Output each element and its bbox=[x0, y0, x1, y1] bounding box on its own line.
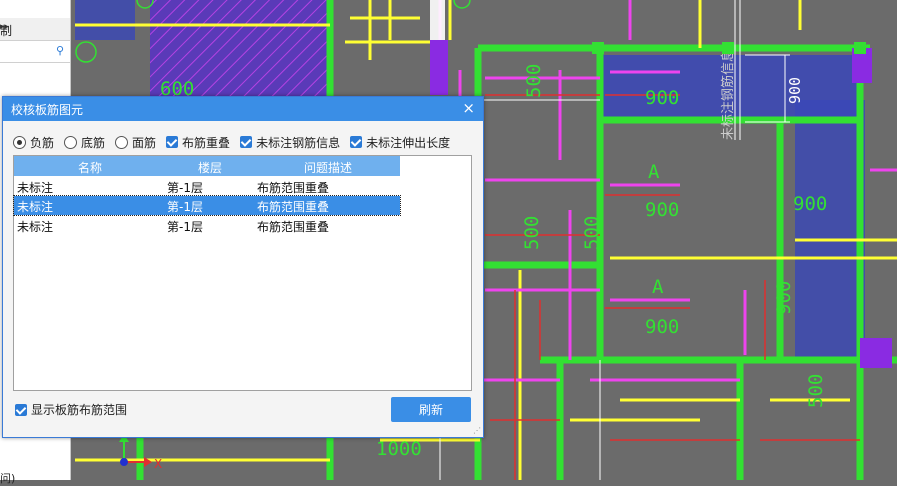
table-row[interactable]: 未标注 第-1层 布筋范围重叠 bbox=[14, 216, 400, 235]
column-block bbox=[860, 338, 892, 368]
dim-label: A bbox=[648, 161, 660, 183]
panel-row[interactable]: 制 ▸▸ bbox=[0, 18, 70, 41]
cell-desc: 布筋范围重叠 bbox=[257, 181, 330, 195]
column-block bbox=[430, 40, 448, 95]
dim-label: 1000 bbox=[376, 438, 422, 460]
col-header-name[interactable]: 名称 bbox=[78, 159, 102, 176]
dialog-titlebar[interactable]: 校核板筋图元 × bbox=[3, 97, 483, 121]
radio-icon[interactable] bbox=[115, 135, 129, 149]
col-header-desc[interactable]: 问题描述 bbox=[304, 159, 352, 176]
radio-icon[interactable] bbox=[64, 135, 78, 149]
check-slab-rebar-dialog: 校核板筋图元 × 负筋 底筋 面筋 布筋重叠 未标注钢筋信息 未标注伸出长度 名… bbox=[2, 96, 484, 438]
cell-floor: 第-1层 bbox=[167, 181, 203, 195]
dialog-title: 校核板筋图元 bbox=[11, 103, 84, 117]
resize-grip-icon[interactable]: ⋰ bbox=[473, 426, 481, 435]
dim-label: 900 bbox=[793, 193, 827, 215]
table-header: 名称 楼层 问题描述 bbox=[14, 156, 400, 176]
cell-floor: 第-1层 bbox=[167, 200, 203, 214]
dim-label: 500 bbox=[523, 64, 545, 98]
search-icon[interactable]: ⚲ bbox=[56, 44, 64, 57]
cell-floor: 第-1层 bbox=[167, 220, 203, 234]
expand-arrow-icon[interactable]: ▸▸ bbox=[0, 22, 66, 32]
radio-top-rebar[interactable]: 面筋 bbox=[115, 134, 156, 151]
dim-label: 500 bbox=[521, 216, 543, 250]
checkbox-icon[interactable] bbox=[240, 136, 253, 148]
cell-desc: 布筋范围重叠 bbox=[257, 200, 330, 214]
issues-table: 名称 楼层 问题描述 未标注 第-1层 布筋范围重叠 未标注 第-1层 布筋范围… bbox=[13, 155, 472, 391]
slab-region bbox=[795, 100, 865, 360]
check-unlabeled-extend[interactable]: 未标注伸出长度 bbox=[350, 134, 450, 151]
dim-label: 900 bbox=[645, 316, 679, 338]
cell-name: 未标注 bbox=[17, 181, 54, 195]
dim-label: A bbox=[652, 276, 664, 298]
checkbox-icon[interactable] bbox=[350, 136, 363, 148]
checkbox-icon[interactable] bbox=[15, 403, 27, 416]
col-header-floor[interactable]: 楼层 bbox=[198, 159, 222, 176]
table-row-selected[interactable]: 未标注 第-1层 布筋范围重叠 bbox=[13, 195, 401, 216]
dim-label: 900 bbox=[786, 77, 804, 104]
panel-search[interactable]: ⚲ bbox=[0, 42, 70, 63]
cell-desc: 布筋范围重叠 bbox=[257, 220, 330, 234]
checkbox-icon[interactable] bbox=[166, 136, 179, 148]
radio-bottom-rebar[interactable]: 底筋 bbox=[64, 134, 105, 151]
check-unlabeled-info[interactable]: 未标注钢筋信息 bbox=[240, 134, 340, 151]
dim-label: 900 bbox=[645, 87, 679, 109]
dim-label: 500 bbox=[581, 216, 603, 250]
filter-options: 负筋 底筋 面筋 布筋重叠 未标注钢筋信息 未标注伸出长度 bbox=[13, 133, 450, 151]
close-icon[interactable]: × bbox=[462, 99, 475, 117]
table-row[interactable]: 未标注 第-1层 布筋范围重叠 bbox=[14, 177, 400, 196]
radio-icon[interactable] bbox=[13, 135, 26, 149]
refresh-button[interactable]: 刷新 bbox=[391, 397, 471, 422]
check-rebar-overlap[interactable]: 布筋重叠 bbox=[166, 134, 230, 151]
dim-label: 900 bbox=[645, 199, 679, 221]
dim-label: 900 bbox=[773, 281, 795, 315]
cell-name: 未标注 bbox=[17, 200, 54, 214]
unlabeled-rebar-text: 未标注钢筋信息 bbox=[720, 49, 736, 140]
svg-text:X: X bbox=[154, 457, 162, 471]
panel-bottom-text: 问) bbox=[0, 472, 16, 485]
dim-label: 500 bbox=[805, 374, 827, 408]
cell-name: 未标注 bbox=[17, 220, 54, 234]
show-range-checkbox[interactable]: 显示板筋布筋范围 bbox=[15, 401, 127, 418]
radio-negative-rebar[interactable]: 负筋 bbox=[13, 134, 54, 151]
